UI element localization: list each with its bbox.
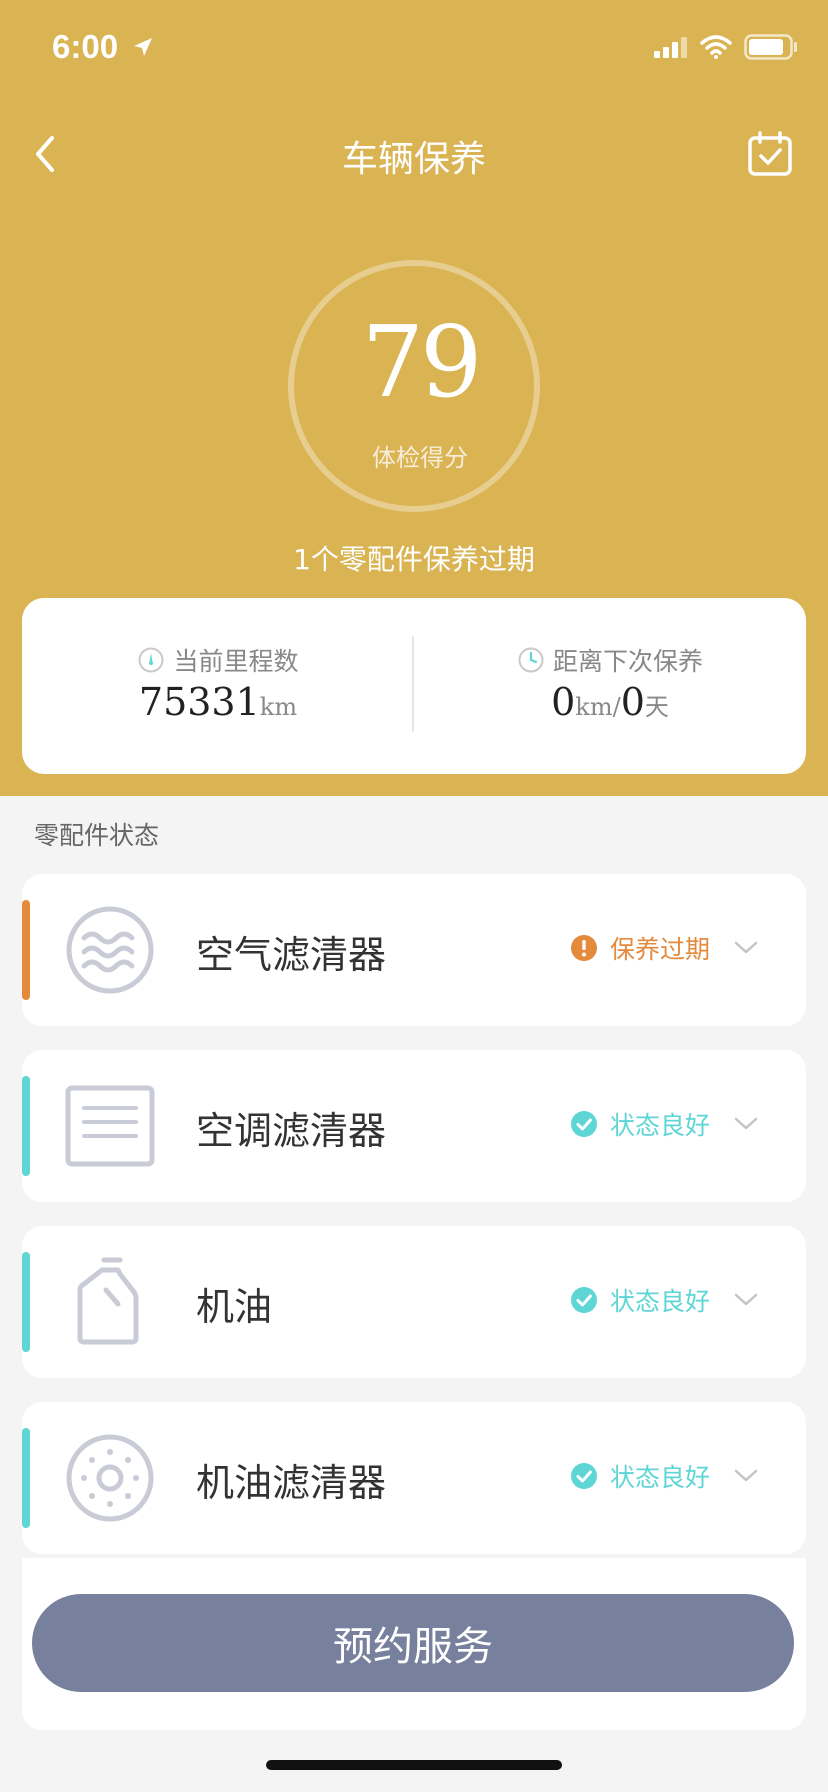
calendar-check-icon[interactable] [746, 130, 794, 178]
next-separator: / [612, 693, 621, 721]
check-circle-icon [571, 1111, 597, 1137]
status-indicators [654, 34, 798, 60]
part-status: 状态良好 [570, 1106, 710, 1142]
expired-parts-note: 1个零配件保养过期 [293, 543, 535, 576]
score-ring: 79 体检得分 [288, 260, 540, 512]
mileage-title: 当前里程数 [173, 647, 299, 676]
chevron-down-icon[interactable] [732, 1110, 760, 1138]
nav-bar: 车辆保养 [0, 110, 828, 200]
warning-circle-icon [571, 935, 597, 961]
part-name: 空气滤清器 [196, 933, 387, 977]
chevron-down-icon[interactable] [732, 1286, 760, 1314]
page-title: 车辆保养 [341, 139, 486, 180]
part-status: 状态良好 [570, 1282, 710, 1318]
status-bar-warning [22, 900, 30, 1000]
mileage-stat: 当前里程数 75331km [22, 598, 414, 774]
part-card-oil[interactable]: 机油 状态良好 [22, 1226, 806, 1378]
status-bar: 6:00 [0, 0, 828, 96]
home-indicator[interactable] [266, 1760, 562, 1770]
mileage-value: 75331 [138, 680, 260, 724]
part-status-text: 状态良好 [610, 1111, 711, 1140]
score-label: 体检得分 [372, 444, 468, 472]
part-status-text: 状态良好 [610, 1463, 711, 1492]
status-bar-ok [22, 1428, 30, 1528]
check-circle-icon [571, 1463, 597, 1489]
next-km-unit: km [575, 693, 613, 721]
status-time: 6:00 [52, 28, 119, 65]
footer-panel: 预约服务 [22, 1558, 806, 1730]
signal-icon [654, 37, 687, 58]
part-status: 保养过期 [570, 930, 710, 966]
status-bar-ok [22, 1076, 30, 1176]
next-service-title: 距离下次保养 [552, 647, 703, 676]
wifi-icon [700, 35, 732, 59]
part-card-ac-filter[interactable]: 空调滤清器 状态良好 [22, 1050, 806, 1202]
air-filter-icon [66, 906, 154, 994]
clock-icon [518, 647, 544, 673]
part-status-text: 状态良好 [610, 1287, 711, 1316]
part-card-oil-filter[interactable]: 机油滤清器 状态良好 [22, 1402, 806, 1554]
check-circle-icon [571, 1287, 597, 1313]
stats-card: 当前里程数 75331km 距离下次保养 0km/0天 [22, 598, 806, 774]
parts-section-label: 零配件状态 [34, 821, 160, 850]
mileage-unit: km [259, 693, 298, 721]
score-value: 79 [361, 306, 483, 420]
next-km-value: 0 [551, 680, 576, 724]
next-service-stat: 距离下次保养 0km/0天 [414, 598, 806, 774]
battery-icon [744, 34, 797, 60]
gauge-icon [138, 647, 164, 673]
book-service-button[interactable]: 预约服务 [32, 1594, 794, 1692]
next-day-unit: 天 [644, 693, 669, 721]
chevron-down-icon[interactable] [732, 1462, 760, 1490]
part-name: 机油 [196, 1285, 273, 1329]
oil-filter-icon [66, 1434, 154, 1522]
part-card-air-filter[interactable]: 空气滤清器 保养过期 [22, 874, 806, 1026]
part-name: 空调滤清器 [196, 1109, 387, 1153]
chevron-down-icon[interactable] [732, 934, 760, 962]
next-day-value: 0 [620, 680, 645, 724]
oil-bottle-icon [77, 1257, 139, 1345]
status-bar-ok [22, 1252, 30, 1352]
ac-filter-icon [65, 1085, 155, 1167]
part-status: 状态良好 [570, 1458, 710, 1494]
part-name: 机油滤清器 [196, 1461, 387, 1505]
part-status-text: 保养过期 [610, 935, 711, 964]
location-arrow-icon [134, 38, 152, 56]
